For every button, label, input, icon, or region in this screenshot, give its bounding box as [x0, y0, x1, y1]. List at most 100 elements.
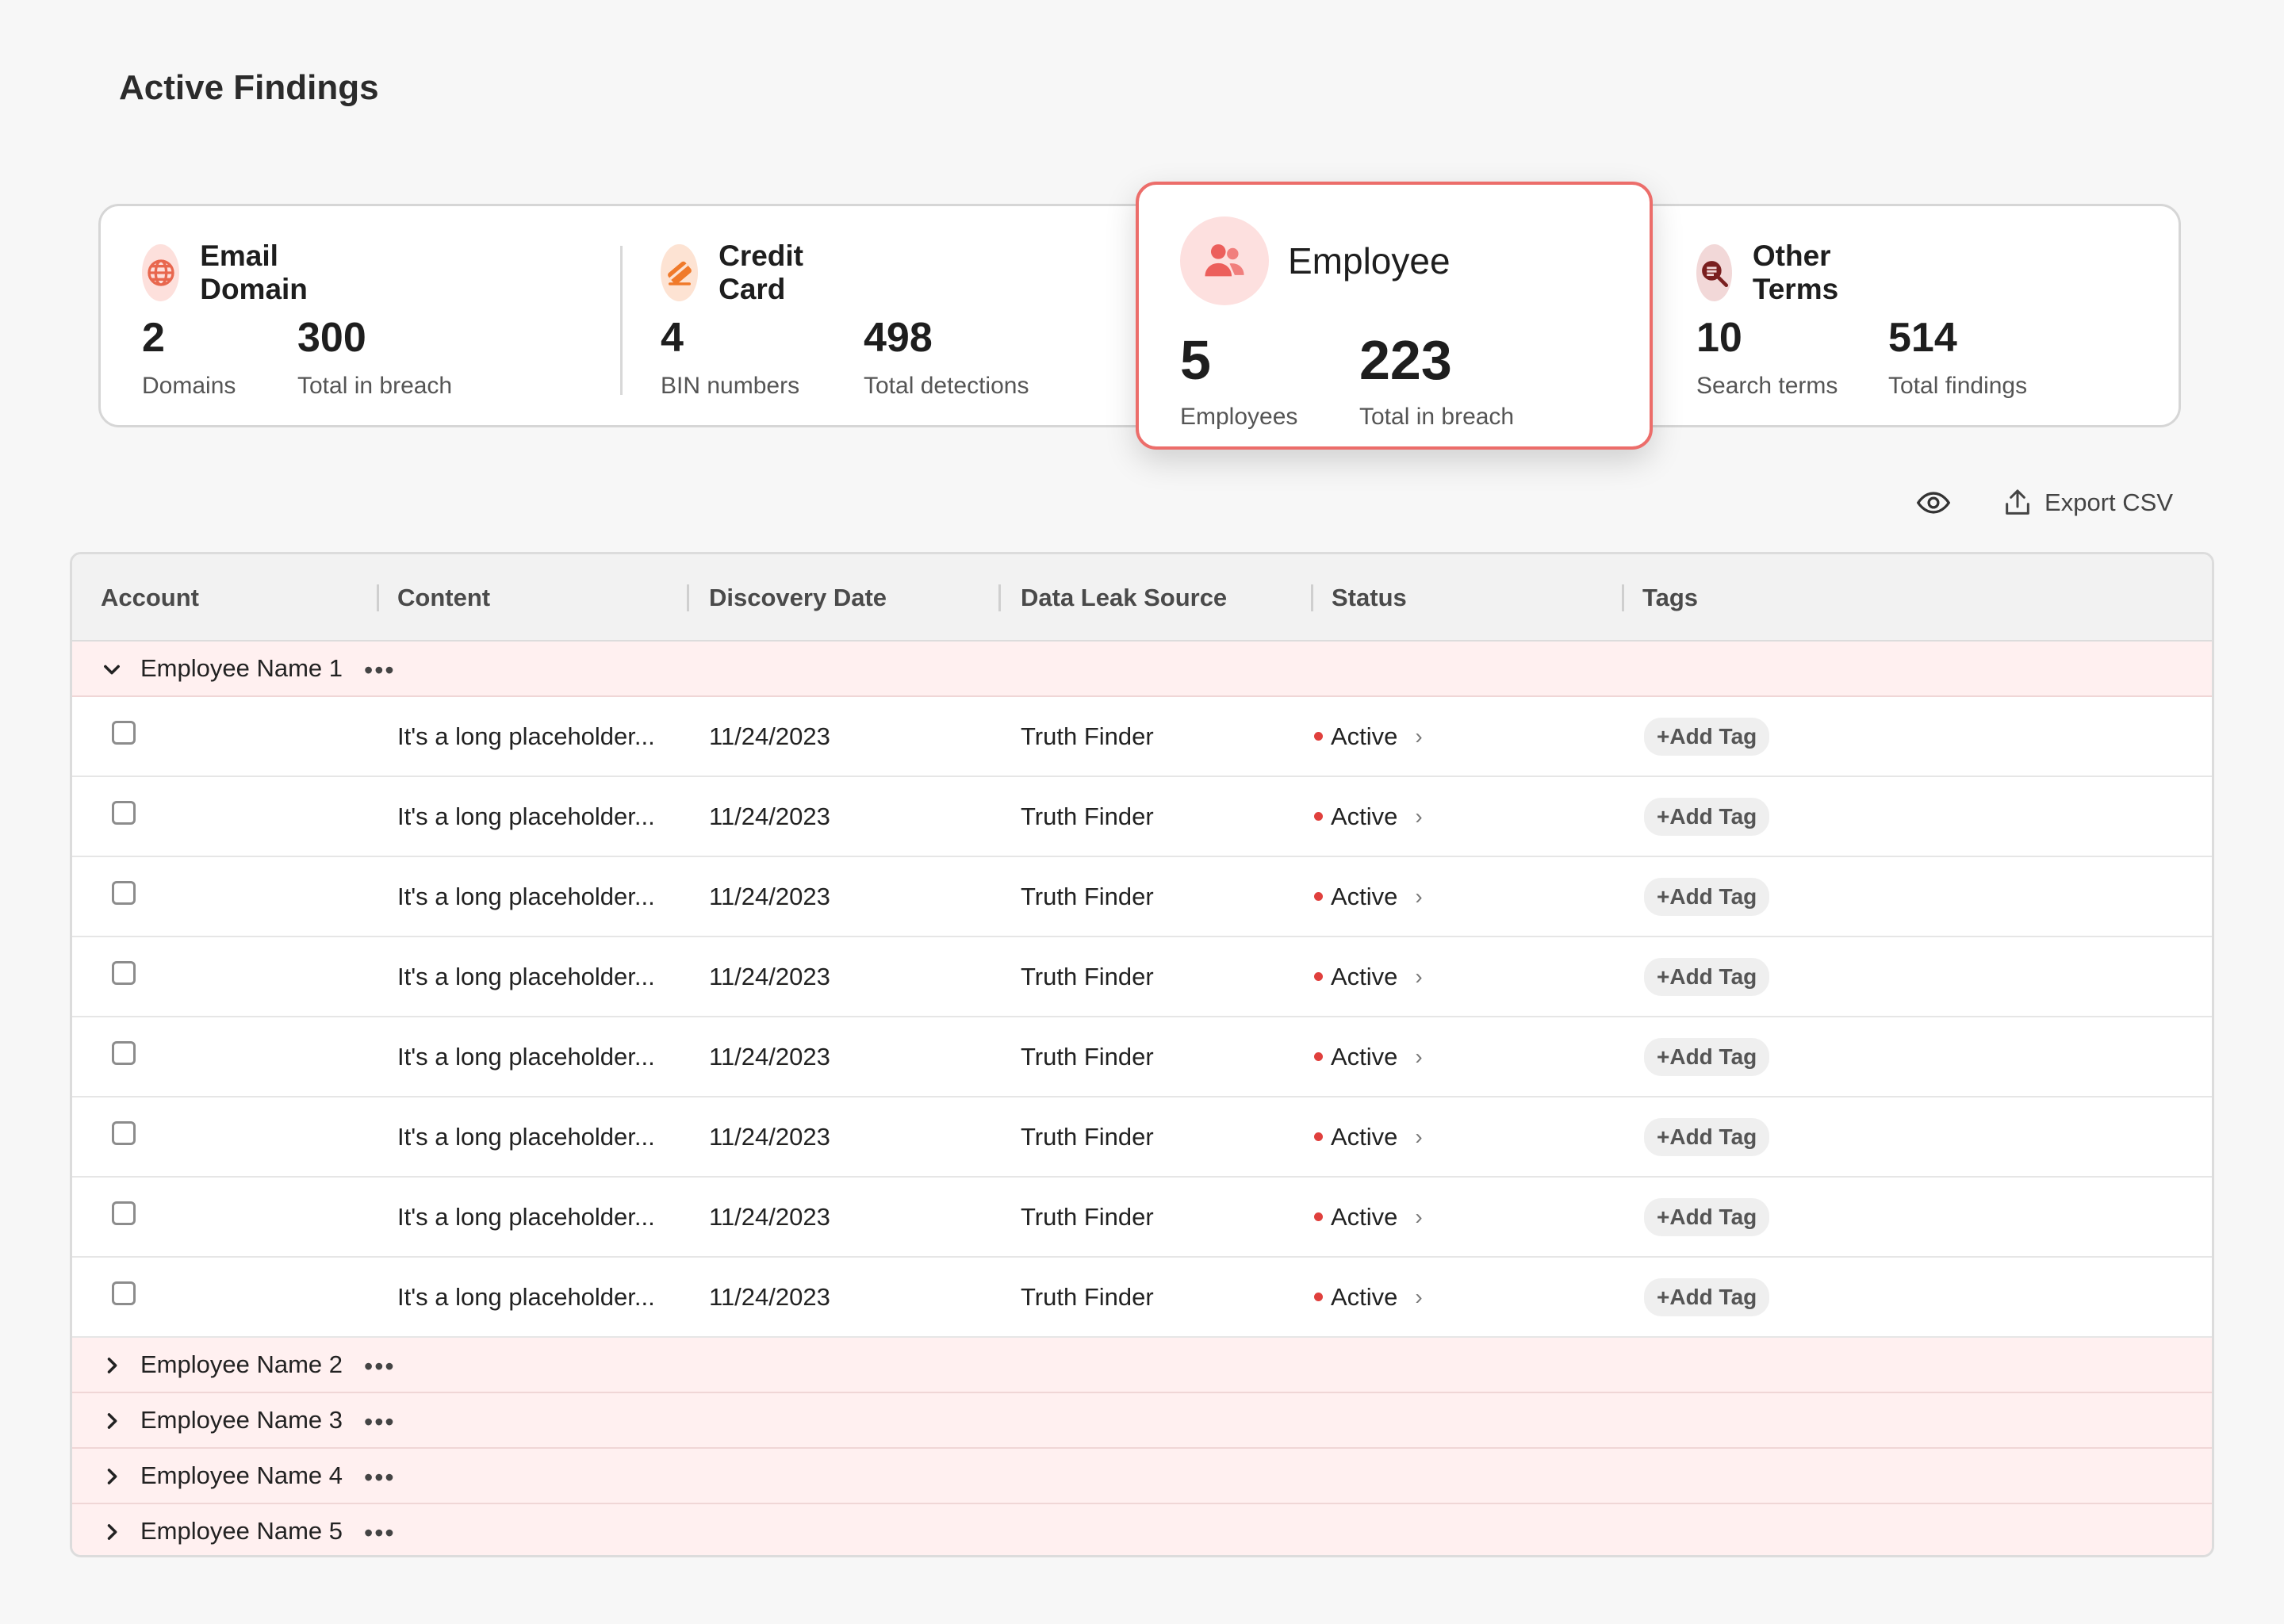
column-separator: [1622, 584, 1624, 611]
row-checkbox[interactable]: [112, 961, 136, 985]
status-cell[interactable]: Active ›: [1314, 1017, 1423, 1096]
add-tag-button[interactable]: +Add Tag: [1644, 1037, 1770, 1076]
stat-search-terms: 10 Search terms: [1696, 317, 1838, 400]
stat-caption: Total findings: [1888, 373, 2028, 399]
status-cell[interactable]: Active ›: [1314, 1097, 1423, 1176]
chevron-right-icon[interactable]: [101, 1410, 123, 1432]
column-header-tags[interactable]: Tags: [1642, 554, 1698, 642]
stat-caption: Total in breach: [1359, 404, 1515, 430]
group-row-collapsed[interactable]: Employee Name 4 •••: [72, 1449, 2212, 1504]
status-label: Active: [1331, 962, 1398, 990]
column-header-discovery-date[interactable]: Discovery Date: [709, 554, 887, 642]
card-employee[interactable]: Employee 5 Employees 223 Total in breach: [1136, 182, 1653, 450]
eye-icon[interactable]: [1914, 484, 1953, 522]
status-label: Active: [1331, 1122, 1398, 1151]
group-name: Employee Name 1: [140, 654, 343, 682]
card-label: Other Terms: [1752, 239, 1839, 305]
row-checkbox[interactable]: [112, 801, 136, 825]
row-checkbox[interactable]: [112, 1041, 136, 1065]
table-row[interactable]: It's a long placeholder... 11/24/2023 Trut…: [72, 1017, 2212, 1097]
table-header: Account Content Discovery Date Data Leak…: [72, 554, 2212, 642]
table-row[interactable]: It's a long placeholder... 11/24/2023 Trut…: [72, 1258, 2212, 1338]
status-cell[interactable]: Active ›: [1314, 1178, 1423, 1256]
group-row-collapsed[interactable]: Employee Name 5 •••: [72, 1504, 2212, 1555]
column-header-data-leak-source[interactable]: Data Leak Source: [1021, 554, 1227, 642]
chevron-right-icon[interactable]: ›: [1415, 964, 1422, 990]
table-row[interactable]: It's a long placeholder... 11/24/2023 Trut…: [72, 1178, 2212, 1258]
chevron-right-icon[interactable]: ›: [1415, 1285, 1422, 1310]
more-options-icon[interactable]: •••: [364, 1519, 396, 1548]
group-row-collapsed[interactable]: Employee Name 2 •••: [72, 1338, 2212, 1393]
status-cell[interactable]: Active ›: [1314, 937, 1423, 1016]
table-row[interactable]: It's a long placeholder... 11/24/2023 Trut…: [72, 1097, 2212, 1178]
more-options-icon[interactable]: •••: [364, 1463, 396, 1492]
column-header-content[interactable]: Content: [397, 554, 490, 642]
chevron-right-icon[interactable]: [101, 1354, 123, 1377]
add-tag-button[interactable]: +Add Tag: [1644, 1277, 1770, 1316]
table-row[interactable]: It's a long placeholder... 11/24/2023 Trut…: [72, 777, 2212, 857]
row-checkbox[interactable]: [112, 881, 136, 905]
table-row[interactable]: It's a long placeholder... 11/24/2023 Trut…: [72, 857, 2212, 937]
stat-value: 2: [142, 315, 165, 361]
add-tag-button[interactable]: +Add Tag: [1644, 717, 1770, 756]
status-label: Active: [1331, 722, 1398, 750]
group-row-expanded[interactable]: Employee Name 1 •••: [72, 642, 2212, 697]
column-header-account[interactable]: Account: [101, 554, 199, 642]
card-divider: [620, 246, 623, 395]
chevron-right-icon[interactable]: ›: [1415, 1044, 1422, 1070]
row-checkbox[interactable]: [112, 1281, 136, 1305]
stat-total-findings: 514 Total findings: [1888, 317, 2027, 400]
row-checkbox[interactable]: [112, 721, 136, 745]
status-cell[interactable]: Active ›: [1314, 697, 1423, 776]
row-checkbox[interactable]: [112, 1201, 136, 1225]
status-cell[interactable]: Active ›: [1314, 777, 1423, 856]
chevron-right-icon[interactable]: [101, 1465, 123, 1488]
content-cell: It's a long placeholder...: [397, 1282, 655, 1311]
column-header-status[interactable]: Status: [1332, 554, 1407, 642]
chevron-right-icon[interactable]: ›: [1415, 1205, 1422, 1230]
stat-caption: Total detections: [864, 373, 1029, 399]
stat-value: 10: [1696, 315, 1742, 361]
content-cell: It's a long placeholder...: [397, 882, 655, 910]
add-tag-button[interactable]: +Add Tag: [1644, 1117, 1770, 1156]
column-separator: [998, 584, 1001, 611]
discovery-date-cell: 11/24/2023: [709, 1042, 830, 1071]
stat-domains: 2 Domains: [142, 317, 236, 400]
card-label: Credit Card: [719, 239, 803, 305]
row-checkbox[interactable]: [112, 1121, 136, 1145]
status-label: Active: [1331, 802, 1398, 830]
status-dot-icon: [1314, 972, 1323, 981]
add-tag-button[interactable]: +Add Tag: [1644, 1197, 1770, 1236]
more-options-icon[interactable]: •••: [364, 1408, 396, 1437]
add-tag-button[interactable]: +Add Tag: [1644, 797, 1770, 836]
card-label: Email Domain: [200, 239, 308, 305]
chevron-right-icon[interactable]: ›: [1415, 1124, 1422, 1150]
stat-caption: Search terms: [1696, 373, 1838, 399]
status-cell[interactable]: Active ›: [1314, 1258, 1423, 1336]
chevron-right-icon[interactable]: ›: [1415, 804, 1422, 829]
chevron-right-icon[interactable]: [101, 1521, 123, 1543]
group-row-collapsed[interactable]: Employee Name 3 •••: [72, 1393, 2212, 1449]
stat-value: 223: [1359, 329, 1452, 391]
data-leak-source-cell: Truth Finder: [1021, 1042, 1154, 1071]
credit-card-icon: [661, 244, 699, 301]
globe-icon: [142, 244, 180, 301]
more-options-icon[interactable]: •••: [364, 1352, 396, 1381]
findings-table: Account Content Discovery Date Data Leak…: [70, 552, 2214, 1557]
table-row[interactable]: It's a long placeholder... 11/24/2023 Trut…: [72, 937, 2212, 1017]
status-dot-icon: [1314, 812, 1323, 821]
add-tag-button[interactable]: +Add Tag: [1644, 877, 1770, 916]
table-row[interactable]: It's a long placeholder... 11/24/2023 Trut…: [72, 697, 2212, 777]
export-csv-button[interactable]: Export CSV: [2002, 487, 2173, 519]
stat-bin-numbers: 4 BIN numbers: [661, 317, 799, 400]
chevron-right-icon[interactable]: ›: [1415, 724, 1422, 749]
stat-caption: Total in breach: [297, 373, 453, 399]
more-options-icon[interactable]: •••: [364, 656, 396, 685]
chevron-down-icon[interactable]: [101, 658, 123, 680]
status-cell[interactable]: Active ›: [1314, 857, 1423, 936]
add-tag-button[interactable]: +Add Tag: [1644, 957, 1770, 996]
chevron-right-icon[interactable]: ›: [1415, 884, 1422, 910]
status-dot-icon: [1314, 1052, 1323, 1061]
data-leak-source-cell: Truth Finder: [1021, 722, 1154, 750]
stat-total-in-breach: 223 Total in breach: [1359, 332, 1514, 431]
